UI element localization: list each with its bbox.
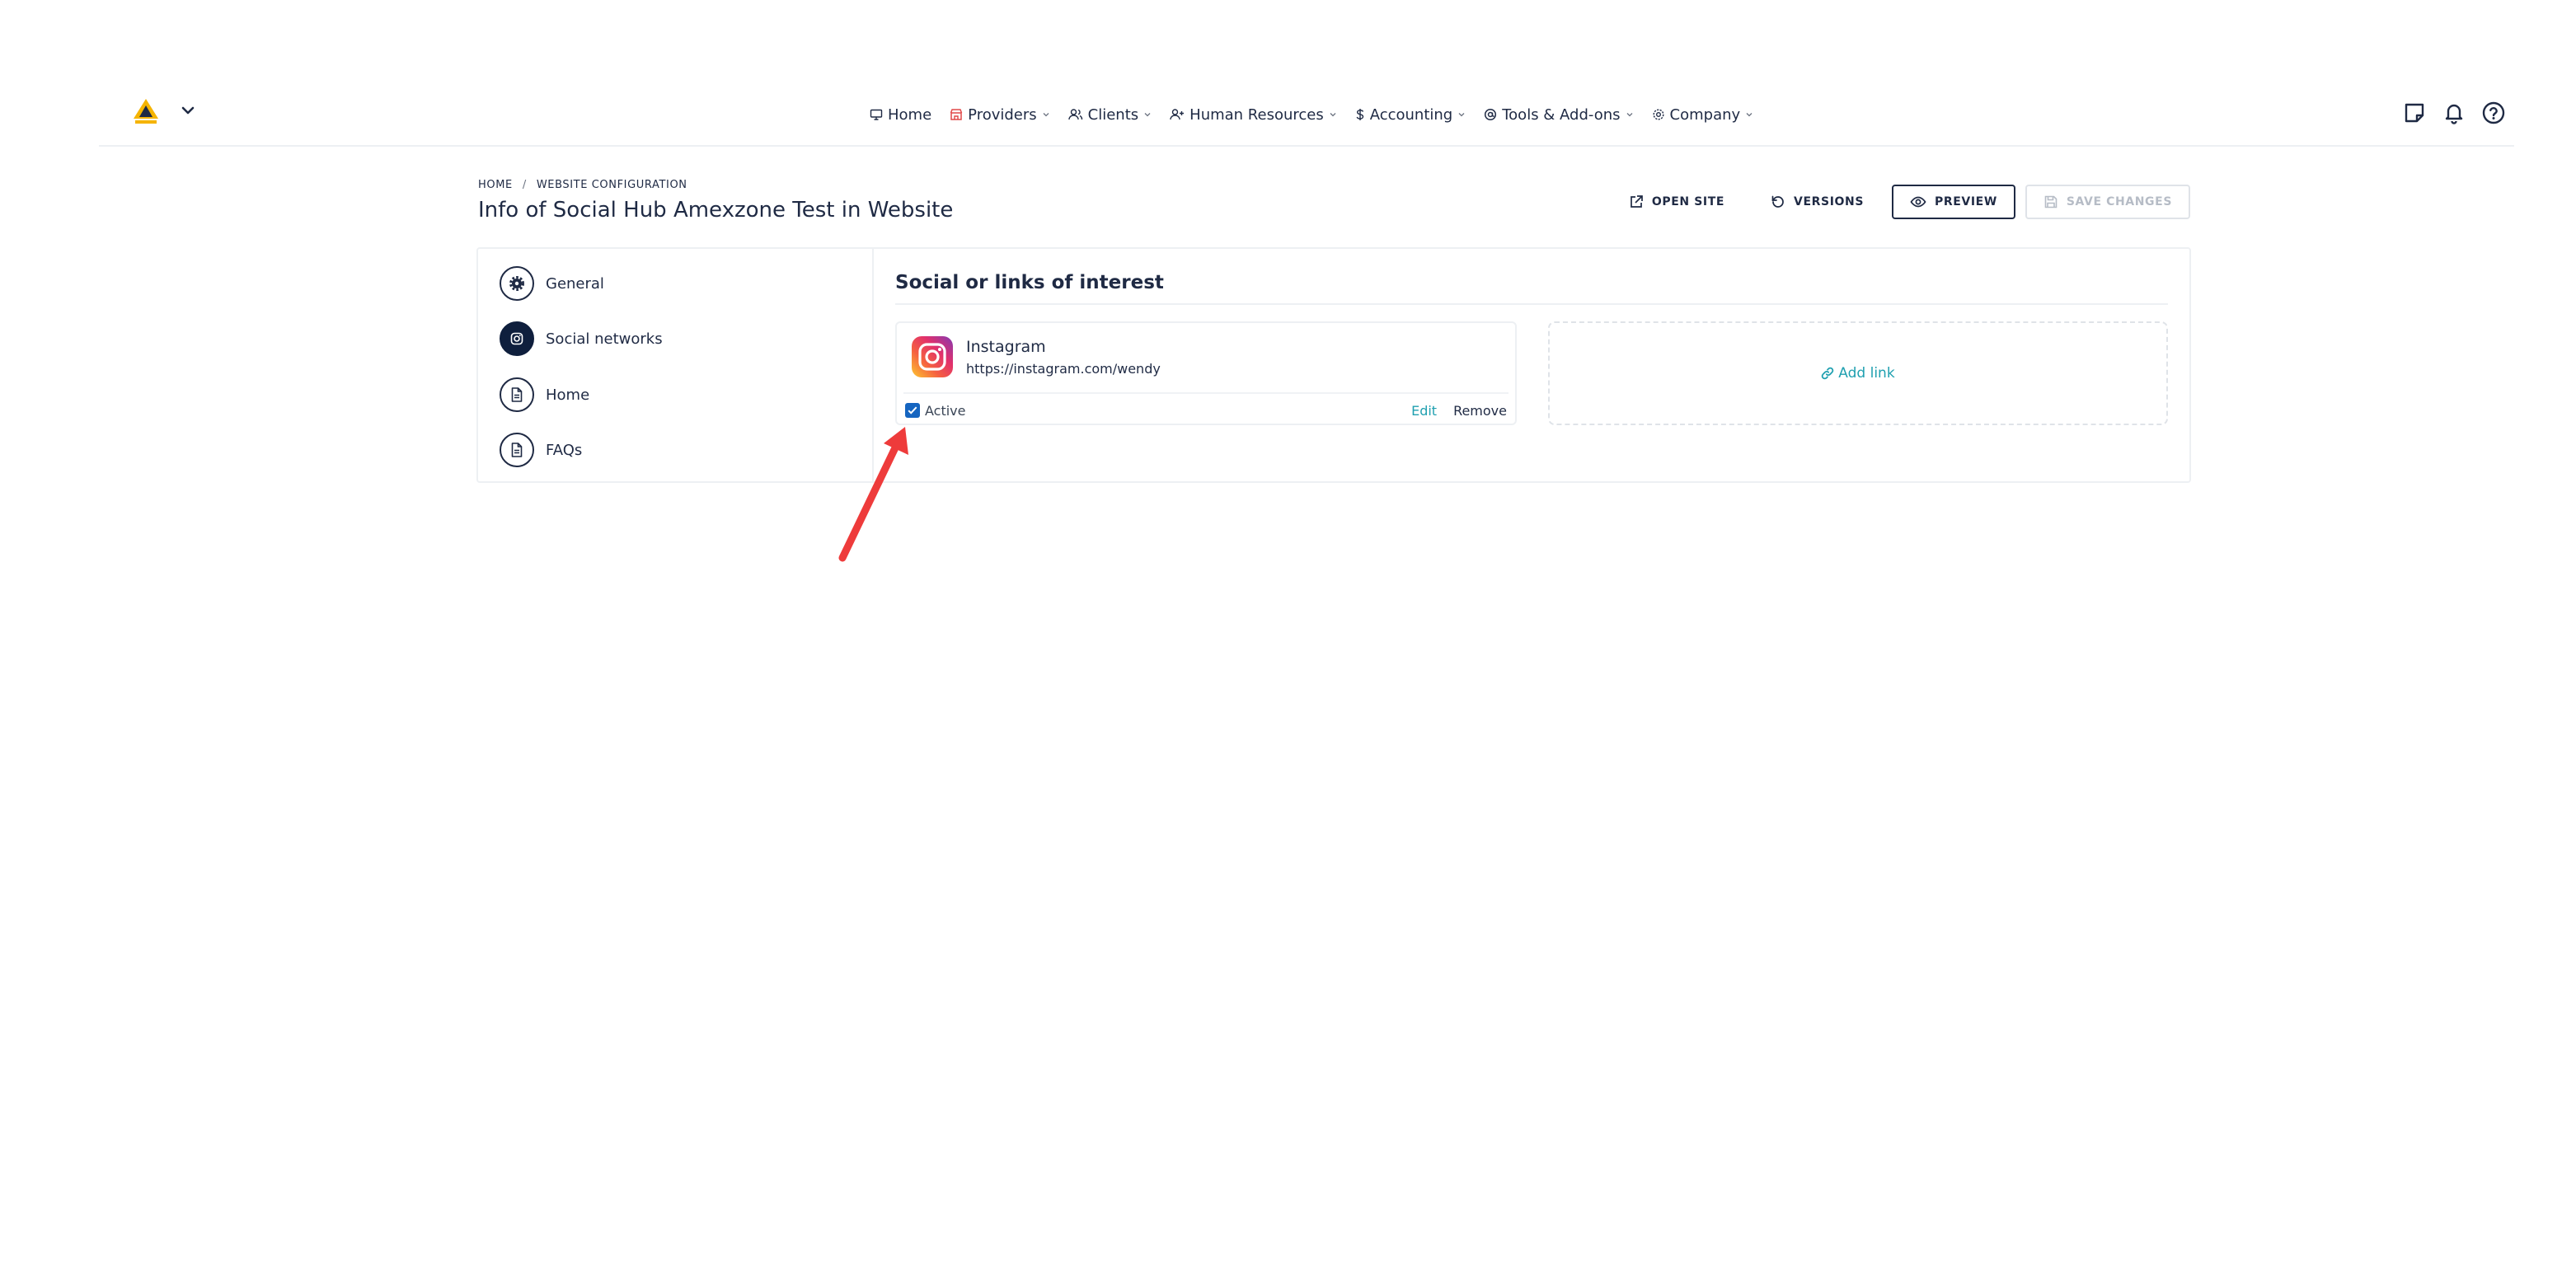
sidebar-item-faqs[interactable]: FAQs bbox=[500, 432, 582, 468]
nav-item-human-resources[interactable]: Human Resources bbox=[1170, 106, 1337, 124]
nav-item-label: Human Resources bbox=[1189, 105, 1324, 124]
settings-card: General Social networks Home FAQs Social… bbox=[476, 247, 2191, 483]
save-icon bbox=[2044, 195, 2058, 208]
preview-button[interactable]: PREVIEW bbox=[1892, 185, 2015, 219]
section-title: Social or links of interest bbox=[895, 272, 1164, 293]
nav-item-home[interactable]: Home bbox=[870, 106, 931, 124]
document-icon bbox=[500, 433, 534, 467]
sidebar-item-social-networks[interactable]: Social networks bbox=[500, 321, 663, 357]
nav-item-providers[interactable]: Providers bbox=[950, 106, 1050, 124]
sidebar-item-general[interactable]: General bbox=[500, 265, 604, 302]
nav-item-label: Tools & Add-ons bbox=[1502, 105, 1621, 124]
open-site-button[interactable]: OPEN SITE bbox=[1610, 185, 1743, 219]
nav-item-company[interactable]: Company bbox=[1652, 106, 1754, 124]
store-icon bbox=[950, 109, 963, 120]
sidebar-item-label: Social networks bbox=[546, 330, 663, 348]
remove-link-button[interactable]: Remove bbox=[1453, 403, 1507, 419]
at-icon bbox=[1485, 108, 1497, 121]
link-card-footer: Active Edit Remove bbox=[905, 400, 1507, 420]
main-nav: Home Providers Clients Human Resources A… bbox=[870, 102, 1771, 127]
edit-link-button[interactable]: Edit bbox=[1411, 403, 1437, 419]
document-icon bbox=[500, 377, 534, 412]
external-link-icon bbox=[1631, 195, 1643, 208]
add-link-button[interactable]: Add link bbox=[1548, 321, 2168, 425]
section-divider bbox=[895, 303, 2168, 305]
breadcrumb-separator: / bbox=[522, 179, 527, 191]
preview-label: PREVIEW bbox=[1935, 195, 1997, 208]
sidebar-item-label: General bbox=[546, 274, 604, 293]
gear-icon bbox=[1653, 109, 1664, 120]
company-logo[interactable] bbox=[129, 97, 163, 127]
sidebar-item-home[interactable]: Home bbox=[500, 377, 589, 413]
users-icon bbox=[1067, 109, 1082, 120]
instagram-logo-icon bbox=[912, 336, 953, 377]
active-checkbox[interactable] bbox=[905, 403, 920, 418]
versions-label: VERSIONS bbox=[1794, 195, 1865, 208]
help-icon[interactable] bbox=[2480, 99, 2508, 127]
breadcrumb-home[interactable]: HOME bbox=[478, 179, 513, 191]
chevron-down-icon bbox=[1144, 113, 1151, 117]
breadcrumb-current[interactable]: WEBSITE CONFIGURATION bbox=[537, 179, 687, 191]
save-changes-label: SAVE CHANGES bbox=[2066, 195, 2172, 208]
nav-item-label: Providers bbox=[968, 105, 1037, 124]
open-site-label: OPEN SITE bbox=[1651, 195, 1725, 208]
chevron-down-icon[interactable] bbox=[178, 101, 198, 120]
top-navbar: Home Providers Clients Human Resources A… bbox=[99, 82, 2514, 147]
sticky-note-icon[interactable] bbox=[2400, 99, 2428, 127]
sidebar-item-label: Home bbox=[546, 386, 590, 404]
nav-item-label: Accounting bbox=[1369, 105, 1453, 124]
nav-item-tools-addons[interactable]: Tools & Add-ons bbox=[1484, 106, 1633, 124]
social-links-panel: Social or links of interest Instagram ht… bbox=[894, 249, 2168, 481]
link-url: https://instagram.com/wendy bbox=[966, 361, 1161, 377]
link-name: Instagram bbox=[966, 338, 1046, 356]
settings-sidebar: General Social networks Home FAQs bbox=[478, 249, 874, 481]
active-checkbox-label[interactable]: Active bbox=[925, 403, 966, 419]
top-right-tools bbox=[2389, 99, 2508, 127]
page-title: Info of Social Hub Amexzone Test in Webs… bbox=[478, 198, 954, 222]
bell-icon[interactable] bbox=[2440, 99, 2468, 127]
save-changes-button[interactable]: SAVE CHANGES bbox=[2025, 185, 2190, 219]
link-icon bbox=[1822, 367, 1834, 380]
gear-icon bbox=[500, 266, 534, 301]
chevron-down-icon bbox=[1746, 113, 1753, 117]
versions-button[interactable]: VERSIONS bbox=[1753, 185, 1883, 219]
nav-item-clients[interactable]: Clients bbox=[1067, 105, 1152, 124]
sidebar-item-label: FAQs bbox=[546, 441, 583, 459]
history-icon bbox=[1771, 195, 1784, 208]
user-plus-icon bbox=[1170, 109, 1185, 120]
monitor-icon bbox=[870, 109, 883, 120]
chevron-down-icon bbox=[1330, 113, 1336, 117]
nav-item-label: Home bbox=[888, 105, 932, 124]
link-card-divider bbox=[903, 392, 1509, 394]
header-actions: OPEN SITE VERSIONS PREVIEW SAVE CHANGES bbox=[1601, 185, 2190, 219]
chevron-down-icon bbox=[1626, 113, 1632, 117]
nav-item-accounting[interactable]: Accounting bbox=[1355, 106, 1466, 124]
instagram-icon bbox=[500, 321, 534, 356]
chevron-down-icon bbox=[1043, 113, 1049, 117]
chevron-down-icon bbox=[1458, 113, 1465, 117]
add-link-label: Add link bbox=[1838, 365, 1895, 382]
nav-item-label: Company bbox=[1669, 105, 1741, 124]
dollar-icon bbox=[1356, 109, 1363, 120]
eye-icon bbox=[1910, 196, 1926, 208]
nav-item-label: Clients bbox=[1087, 105, 1139, 124]
social-link-card: Instagram https://instagram.com/wendy Ac… bbox=[895, 321, 1517, 425]
breadcrumb: HOME / WEBSITE CONFIGURATION bbox=[478, 179, 687, 191]
